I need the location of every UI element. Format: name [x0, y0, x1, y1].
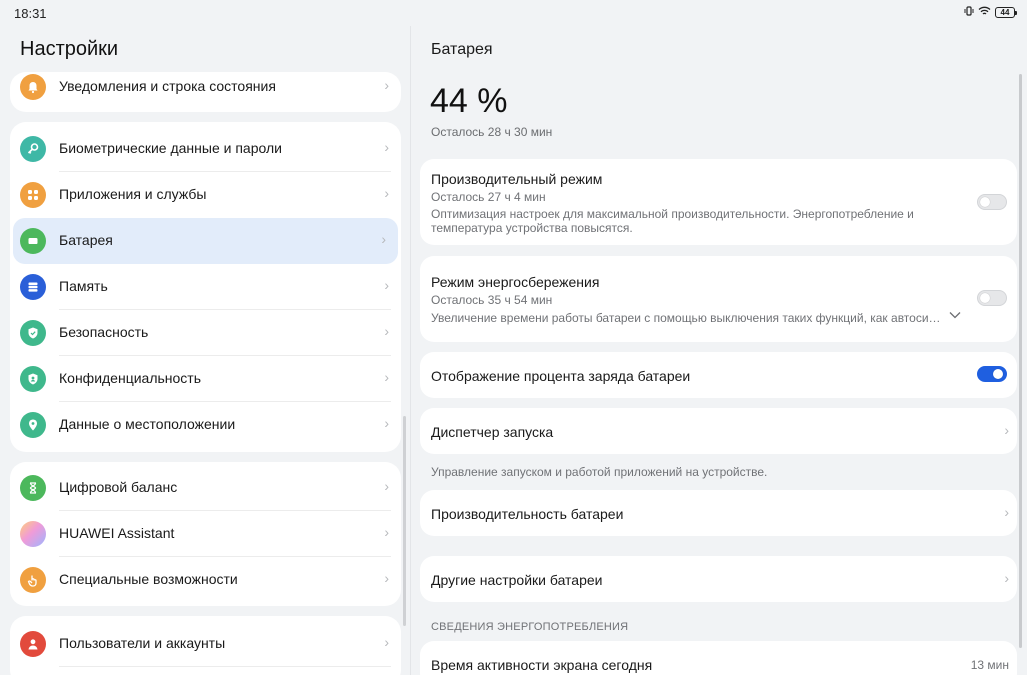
key-icon: [20, 136, 46, 162]
show-percentage-card[interactable]: Отображение процента заряда батареи: [420, 352, 1017, 398]
chevron-right-icon: ›: [1004, 570, 1009, 586]
menu-item-label: Данные о местоположении: [59, 416, 236, 432]
menu-item-label: Безопасность: [59, 324, 149, 340]
menu-item-label: Батарея: [59, 232, 113, 248]
show-percentage-title: Отображение процента заряда батареи: [431, 368, 691, 384]
performance-mode-description: Оптимизация настроек для максимальной пр…: [431, 207, 914, 235]
menu-item-storage[interactable]: Память ›: [10, 264, 401, 310]
user-icon: [20, 631, 46, 657]
chevron-right-icon: ›: [384, 524, 389, 540]
menu-item-label: Конфиденциальность: [59, 370, 202, 386]
chevron-right-icon: ›: [384, 77, 389, 93]
screen-on-time-card[interactable]: Время активности экрана сегодня 13 мин: [420, 641, 1017, 675]
settings-group-2: Биометрические данные и пароли › Приложе…: [10, 122, 401, 452]
battery-icon: 44: [995, 7, 1017, 18]
bell-icon: [20, 74, 46, 100]
performance-mode-remaining: Осталось 27 ч 4 мин: [431, 190, 546, 204]
menu-item-accessibility[interactable]: Специальные возможности ›: [10, 557, 401, 603]
power-saving-title: Режим энергосбережения: [431, 274, 600, 290]
battery-detail-pane: Батарея 44 % Осталось 28 ч 30 мин Произв…: [411, 26, 1027, 675]
hourglass-icon: [20, 475, 46, 501]
shield-icon: [20, 320, 46, 346]
menu-item-notifications[interactable]: Уведомления и строка состояния ›: [10, 72, 401, 110]
chevron-right-icon: ›: [384, 478, 389, 494]
power-saving-description: Увеличение времени работы батареи с помо…: [431, 311, 941, 325]
wifi-icon: [978, 6, 991, 19]
vibrate-icon: [964, 6, 974, 19]
battery-percent: 44 %: [430, 82, 508, 120]
menu-item-label: Память: [59, 278, 108, 294]
status-time: 18:31: [14, 6, 47, 21]
chevron-right-icon: ›: [384, 570, 389, 586]
chevron-right-icon: ›: [381, 231, 386, 247]
menu-item-huawei-assistant[interactable]: HUAWEI Assistant ›: [10, 511, 401, 557]
menu-item-label: Биометрические данные и пароли: [59, 140, 282, 156]
settings-list-pane: Настройки Уведомления и строка состояния…: [0, 26, 410, 675]
settings-group-4: Пользователи и аккаунты ›: [10, 616, 401, 675]
chevron-right-icon: ›: [1004, 422, 1009, 438]
show-percentage-toggle[interactable]: [977, 366, 1007, 382]
settings-group-3: Цифровой баланс › HUAWEI Assistant › Спе…: [10, 462, 401, 606]
launch-manager-card[interactable]: Диспетчер запуска ›: [420, 408, 1017, 454]
menu-item-privacy[interactable]: Конфиденциальность ›: [10, 356, 401, 402]
battery-remaining: Осталось 28 ч 30 мин: [431, 125, 553, 139]
menu-item-location[interactable]: Данные о местоположении ›: [10, 402, 401, 448]
chevron-right-icon: ›: [384, 634, 389, 650]
performance-mode-card[interactable]: Производительный режим Осталось 27 ч 4 м…: [420, 159, 1017, 245]
page-title: Настройки: [20, 38, 119, 60]
battery-icon: [20, 228, 46, 254]
menu-item-biometrics[interactable]: Биометрические данные и пароли ›: [10, 126, 401, 172]
performance-mode-title: Производительный режим: [431, 171, 603, 187]
toggle-knob: [993, 369, 1003, 379]
other-battery-settings-card[interactable]: Другие настройки батареи ›: [420, 556, 1017, 602]
menu-item-users-accounts[interactable]: Пользователи и аккаунты ›: [10, 621, 401, 667]
menu-item-apps[interactable]: Приложения и службы ›: [10, 172, 401, 218]
launch-manager-note: Управление запуском и работой приложений…: [431, 465, 768, 479]
toggle-knob: [980, 293, 990, 303]
battery-performance-title: Производительность батареи: [431, 506, 624, 522]
battery-level-text: 44: [1000, 8, 1010, 17]
toggle-knob: [980, 197, 990, 207]
divider: [59, 666, 391, 667]
menu-item-security[interactable]: Безопасность ›: [10, 310, 401, 356]
chevron-right-icon: ›: [384, 369, 389, 385]
screen-on-time-title: Время активности экрана сегодня: [431, 657, 653, 673]
chevron-right-icon: ›: [384, 185, 389, 201]
hand-icon: [20, 567, 46, 593]
menu-item-label: HUAWEI Assistant: [59, 525, 175, 541]
status-bar: 18:31 44: [0, 0, 1027, 26]
status-icons: 44: [964, 6, 1017, 19]
chevron-right-icon: ›: [1004, 504, 1009, 520]
expand-chevron-icon[interactable]: [949, 311, 961, 322]
chevron-right-icon: ›: [384, 139, 389, 155]
performance-mode-toggle[interactable]: [977, 194, 1007, 210]
battery-performance-card[interactable]: Производительность батареи ›: [420, 490, 1017, 536]
menu-item-label: Уведомления и строка состояния: [59, 78, 276, 94]
launch-manager-title: Диспетчер запуска: [431, 424, 554, 440]
power-saving-card[interactable]: Режим энергосбережения Осталось 35 ч 54 …: [420, 256, 1017, 342]
power-saving-toggle[interactable]: [977, 290, 1007, 306]
menu-item-label: Цифровой баланс: [59, 479, 178, 495]
screen-on-time-value: 13 мин: [970, 658, 1009, 672]
privacy-shield-icon: [20, 366, 46, 392]
storage-icon: [20, 274, 46, 300]
other-battery-settings-title: Другие настройки батареи: [431, 572, 603, 588]
chevron-right-icon: ›: [384, 277, 389, 293]
menu-item-battery[interactable]: Батарея ›: [13, 218, 398, 264]
menu-item-label: Специальные возможности: [59, 571, 238, 587]
right-scrollbar[interactable]: [1019, 74, 1022, 648]
settings-group-1: Уведомления и строка состояния ›: [10, 72, 401, 112]
chevron-right-icon: ›: [384, 323, 389, 339]
detail-title: Батарея: [431, 41, 493, 58]
apps-icon: [20, 182, 46, 208]
left-scrollbar[interactable]: [403, 416, 406, 626]
power-saving-remaining: Осталось 35 ч 54 мин: [431, 293, 553, 307]
menu-item-label: Пользователи и аккаунты: [59, 635, 226, 651]
assistant-icon: [20, 521, 46, 547]
power-usage-section-header: СВЕДЕНИЯ ЭНЕРГОПОТРЕБЛЕНИЯ: [431, 621, 629, 633]
location-pin-icon: [20, 412, 46, 438]
chevron-right-icon: ›: [384, 415, 389, 431]
menu-item-digital-balance[interactable]: Цифровой баланс ›: [10, 465, 401, 511]
menu-item-label: Приложения и службы: [59, 186, 207, 202]
